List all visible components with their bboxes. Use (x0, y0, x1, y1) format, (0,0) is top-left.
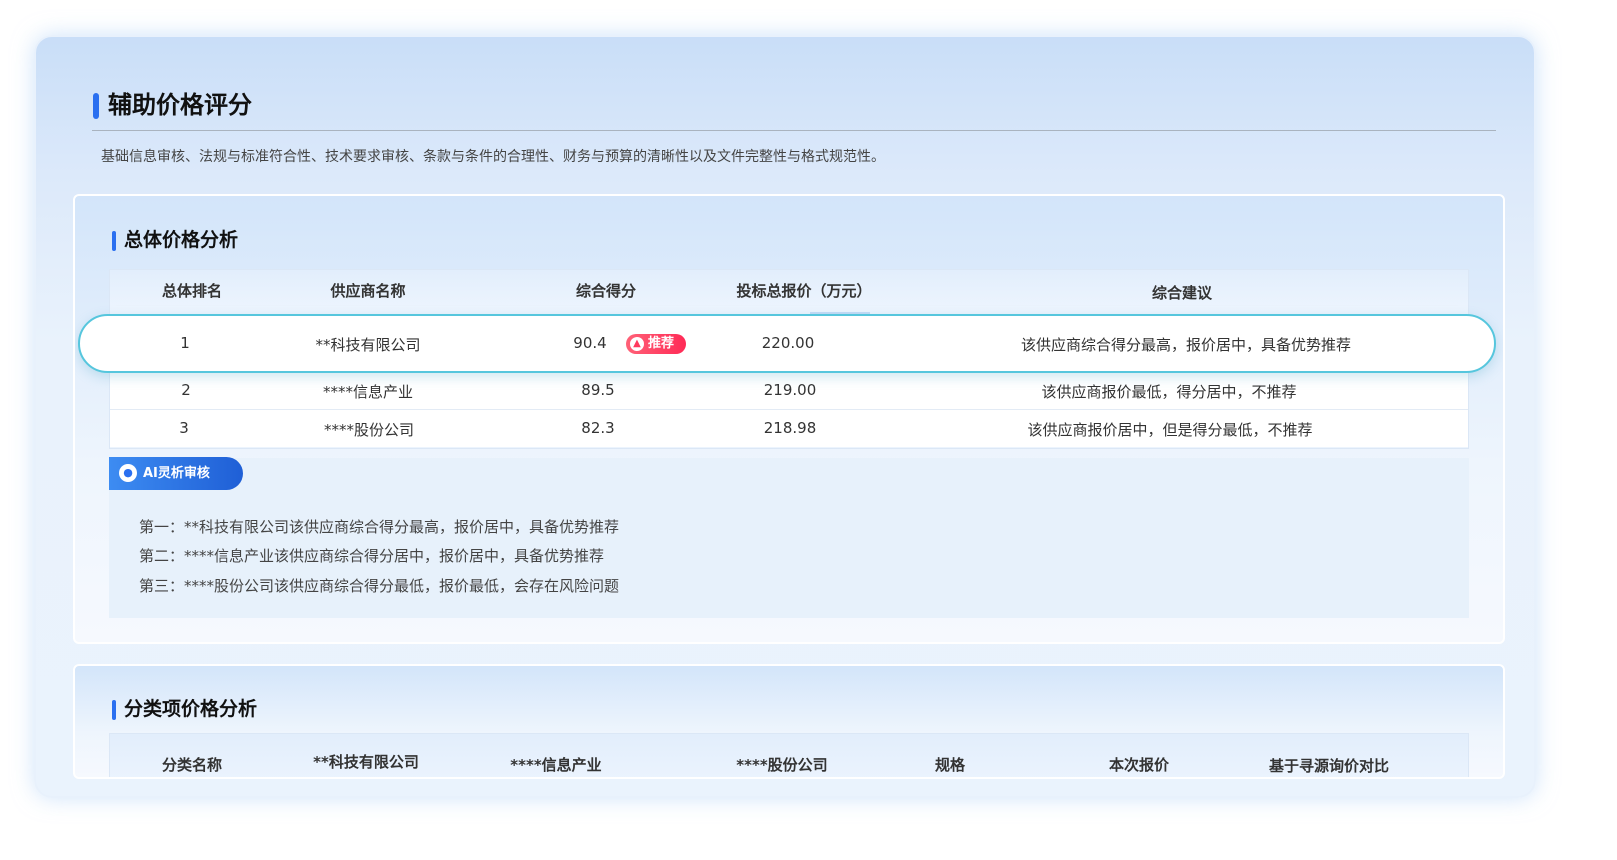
category-price-table: 分类名称 **科技有限公司 ****信息产业 ****股份公司 规格 本次报价 … (109, 733, 1469, 777)
header-advice: 综合建议 (1151, 284, 1213, 302)
cell-supplier: ****股份公司 (323, 421, 415, 439)
thumbs-up-icon: ▲ (630, 337, 644, 351)
cell-score: 89.5 (581, 381, 615, 399)
category-price-card: 分类项价格分析 分类名称 **科技有限公司 ****信息产业 ****股份公司 … (73, 664, 1505, 779)
ai-review-tag[interactable]: ● AI灵析审核 (109, 457, 243, 490)
overall-section-title: 总体价格分析 (124, 229, 239, 251)
cell-advice: 该供应商报价居中，但是得分最低，不推荐 (1027, 421, 1313, 439)
header-price: 投标总报价（万元） (736, 282, 872, 300)
page-description: 基础信息审核、法规与标准符合性、技术要求审核、条款与条件的合理性、财务与预算的清… (101, 149, 885, 165)
overall-price-card: 总体价格分析 总体排名 供应商名称 综合得分 投标总报价（万元） 综合建议 2 … (73, 194, 1505, 644)
title-divider (92, 130, 1496, 131)
header-sourcing-compare: 基于寻源询价对比 (1268, 757, 1390, 775)
header-rank: 总体排名 (161, 282, 223, 300)
cell-advice: 该供应商综合得分最高，报价居中，具备优势推荐 (1020, 336, 1352, 354)
page-title: 辅助价格评分 (108, 91, 252, 119)
ai-analysis-line: 第三：****股份公司该供应商综合得分最低，报价最低，会存在风险问题 (139, 577, 620, 595)
ai-analysis-line: 第二：****信息产业该供应商综合得分居中，报价居中，具备优势推荐 (139, 547, 605, 565)
header-spec: 规格 (934, 756, 966, 774)
header-category: 分类名称 (161, 756, 223, 774)
cell-advice: 该供应商报价最低，得分居中，不推荐 (1041, 383, 1297, 401)
header-supplier-3: ****股份公司 (736, 756, 828, 774)
recommended-row[interactable]: 1 **科技有限公司 90.4 ▲ 推荐 220.00 该供应商综合得分最高，报… (78, 314, 1496, 373)
category-section-title: 分类项价格分析 (124, 698, 258, 720)
main-panel: 辅助价格评分 基础信息审核、法规与标准符合性、技术要求审核、条款与条件的合理性、… (34, 35, 1536, 798)
table-row[interactable]: 3 ****股份公司 82.3 218.98 该供应商报价居中，但是得分最低，不… (110, 409, 1468, 447)
cell-score: 82.3 (581, 419, 615, 437)
header-score: 综合得分 (575, 282, 637, 300)
cell-rank: 1 (180, 334, 190, 352)
cell-supplier: ****信息产业 (322, 383, 414, 401)
cell-rank: 3 (179, 419, 189, 437)
cell-rank: 2 (181, 381, 191, 399)
ai-analysis-line: 第一：**科技有限公司该供应商综合得分最高，报价居中，具备优势推荐 (139, 518, 620, 536)
cell-supplier: **科技有限公司 (315, 336, 421, 354)
recommend-badge: ▲ 推荐 (626, 334, 687, 354)
recommend-badge-label: 推荐 (648, 336, 675, 351)
table-row[interactable]: 2 ****信息产业 89.5 219.00 该供应商报价最低，得分居中，不推荐 (110, 371, 1468, 409)
header-supplier: 供应商名称 (330, 282, 406, 300)
ai-robot-icon: ● (119, 464, 137, 482)
table-header: 总体排名 供应商名称 综合得分 投标总报价（万元） 综合建议 (110, 270, 1468, 315)
header-current-price: 本次报价 (1108, 756, 1170, 774)
section-accent-bar (112, 700, 116, 720)
ai-analysis-box: 第一：**科技有限公司该供应商综合得分最高，报价居中，具备优势推荐 第二：***… (109, 458, 1469, 618)
ai-review-label: AI灵析审核 (143, 466, 210, 481)
cell-price: 219.00 (763, 381, 817, 399)
table-header: 分类名称 **科技有限公司 ****信息产业 ****股份公司 规格 本次报价 … (110, 734, 1468, 777)
header-supplier-2: ****信息产业 (510, 756, 602, 774)
section-accent-bar (112, 231, 116, 251)
cell-price: 220.00 (761, 334, 815, 352)
cell-score: 90.4 (573, 334, 607, 352)
cell-price: 218.98 (763, 419, 817, 437)
title-accent-bar (93, 93, 99, 119)
header-supplier-1: **科技有限公司 (313, 753, 419, 771)
